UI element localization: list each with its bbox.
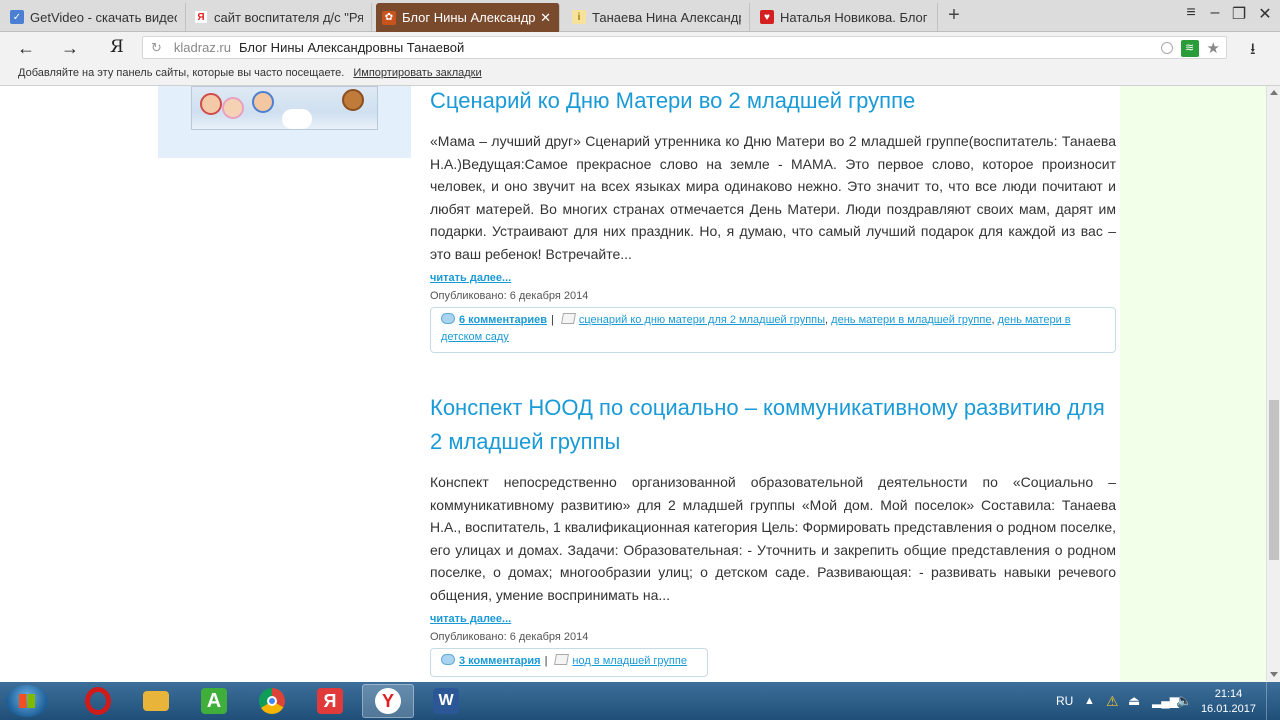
read-more-link[interactable]: читать далее... [430,272,1116,284]
published-date: Опубликовано: 6 декабря 2014 [430,290,589,302]
taskbar-yandex-browser[interactable]: Y [362,684,414,718]
clock-time: 21:14 [1214,688,1243,700]
language-indicator[interactable]: RU [1056,682,1073,720]
close-window-icon[interactable]: ✕ [1252,4,1278,24]
sidebar-banner-image[interactable] [191,86,378,130]
menu-icon[interactable]: ≡ [1178,4,1204,22]
post-title[interactable]: Конспект НООД по социально – коммуникати… [430,391,1116,459]
yandex-search-icon: Я [317,688,343,714]
downloads-icon[interactable]: ⭳ [1250,38,1256,65]
bookmarks-bar: Добавляйте на эту панель сайты, которые … [0,63,1280,86]
comment-icon [441,313,455,324]
address-bar[interactable]: ↻ kladraz.ru Блог Нины Александровны Тан… [142,36,1227,59]
protect-wifi-icon[interactable]: ≋ [1180,39,1199,57]
heart-favicon: ♥ [760,10,774,24]
bookmark-star-icon[interactable]: ★ [1207,39,1220,57]
taskbar-opera[interactable] [72,684,124,718]
page-content: Сценарий ко Дню Матери во 2 младшей груп… [145,86,1120,682]
post-meta: 3 комментария | нод в младшей группе [430,648,708,677]
post-title[interactable]: Сценарий ко Дню Матери во 2 младшей груп… [430,86,1116,118]
android-app-icon: A [201,688,227,714]
getvideo-favicon: ✓ [10,10,24,24]
tag-link[interactable]: день матери в младшей группе [831,314,991,326]
read-more-link[interactable]: читать далее... [430,613,1116,625]
address-page-title: Блог Нины Александровны Танаевой [238,40,465,55]
post-excerpt: Конспект непосредственно организованной … [430,474,1117,603]
doc-favicon: i [572,10,586,24]
tab-title: сайт воспитателя д/с "Рябин [214,9,363,25]
taskbar-clock[interactable]: 21:14 16.01.2017 [1201,687,1256,717]
volume-icon[interactable]: 🔈 [1176,682,1192,720]
taskbar-yandex-search[interactable]: Я [304,684,356,718]
comments-link[interactable]: 6 комментариев [459,314,547,326]
tag-link[interactable]: нод в младшей группе [572,655,687,667]
scroll-up-arrow-icon[interactable] [1270,90,1278,95]
bookmarks-hint: Добавляйте на эту панель сайты, которые … [18,67,345,79]
globe-icon[interactable] [1160,42,1173,54]
import-bookmarks-link[interactable]: Импортировать закладки [353,67,481,79]
windows-taskbar: A Я Y W RU ▲ ⚠ ⏏ ▂▄▆ 🔈 21:14 16.01.2017 [0,682,1280,720]
start-button[interactable] [6,685,48,717]
tab-getvideo[interactable]: ✓ GetVideo - скачать видео с [4,3,186,31]
network-signal-icon[interactable]: ▂▄▆ [1152,682,1179,720]
tab-title: GetVideo - скачать видео с [30,9,177,25]
restore-icon[interactable]: ❐ [1226,4,1252,24]
taskbar-explorer[interactable] [130,684,182,718]
reload-icon[interactable]: ↻ [151,40,162,56]
safely-remove-icon[interactable]: ⏏ [1128,682,1140,720]
tab-strip: ✓ GetVideo - скачать видео с Я сайт восп… [0,0,1280,32]
tag-icon [560,313,576,324]
blog-post: Конспект НООД по социально – коммуникати… [430,391,1116,677]
tab-novikova[interactable]: ♥ Наталья Новикова. Блог - С [754,3,938,31]
taskbar-word[interactable]: W [420,684,472,718]
tab-title: Блог Нины Александровн [402,10,536,25]
tag-icon [554,654,570,665]
minimize-icon[interactable]: – [1202,4,1228,22]
word-icon: W [433,688,459,714]
tab-yandex-search[interactable]: Я сайт воспитателя д/с "Рябин [188,3,372,31]
blog-favicon: ✿ [382,10,396,25]
address-domain: kladraz.ru [173,40,231,55]
page-viewport: Сценарий ко Дню Матери во 2 младшей груп… [0,86,1266,682]
new-tab-button[interactable]: + [944,4,964,26]
blog-post: Сценарий ко Дню Матери во 2 младшей груп… [430,86,1116,353]
page-background-right [1120,86,1266,682]
page-scrollbar[interactable] [1266,86,1280,682]
post-excerpt: «Мама – лучший друг» Сценарий утренника … [430,133,1116,262]
clock-date: 16.01.2017 [1200,703,1256,715]
yandex-favicon: Я [194,10,208,24]
taskbar-android-app[interactable]: A [188,684,240,718]
tag-link[interactable]: сценарий ко дню матери для 2 младшей гру… [579,314,825,326]
file-explorer-icon [143,691,169,711]
post-meta: 6 комментариев | сценарий ко дню матери дл… [430,307,1116,353]
back-button[interactable]: ← [14,37,38,59]
page-background-left [0,86,145,682]
scroll-down-arrow-icon[interactable] [1270,672,1278,677]
sidebar-widget [158,86,411,158]
warning-icon[interactable]: ⚠ [1106,682,1119,720]
taskbar-chrome[interactable] [246,684,298,718]
chrome-icon [259,688,285,714]
yandex-home-button[interactable]: Я [110,37,124,57]
close-tab-icon[interactable]: ✕ [540,10,551,26]
scrollbar-thumb[interactable] [1269,400,1279,560]
show-desktop-button[interactable] [1266,682,1280,720]
tab-tanaeva[interactable]: i Танаева Нина Александрови [566,3,750,31]
show-hidden-icons[interactable]: ▲ [1084,682,1095,720]
forward-button[interactable]: → [58,37,82,59]
opera-icon [85,687,111,715]
tab-blog-active[interactable]: ✿ Блог Нины Александровн ✕ [376,3,560,32]
yandex-browser-icon: Y [375,688,401,714]
comments-link[interactable]: 3 комментария [459,655,541,667]
comment-icon [441,654,455,665]
published-date: Опубликовано: 6 декабря 2014 [430,631,589,643]
tab-title: Наталья Новикова. Блог - С [780,9,929,25]
tab-title: Танаева Нина Александрови [592,9,741,25]
